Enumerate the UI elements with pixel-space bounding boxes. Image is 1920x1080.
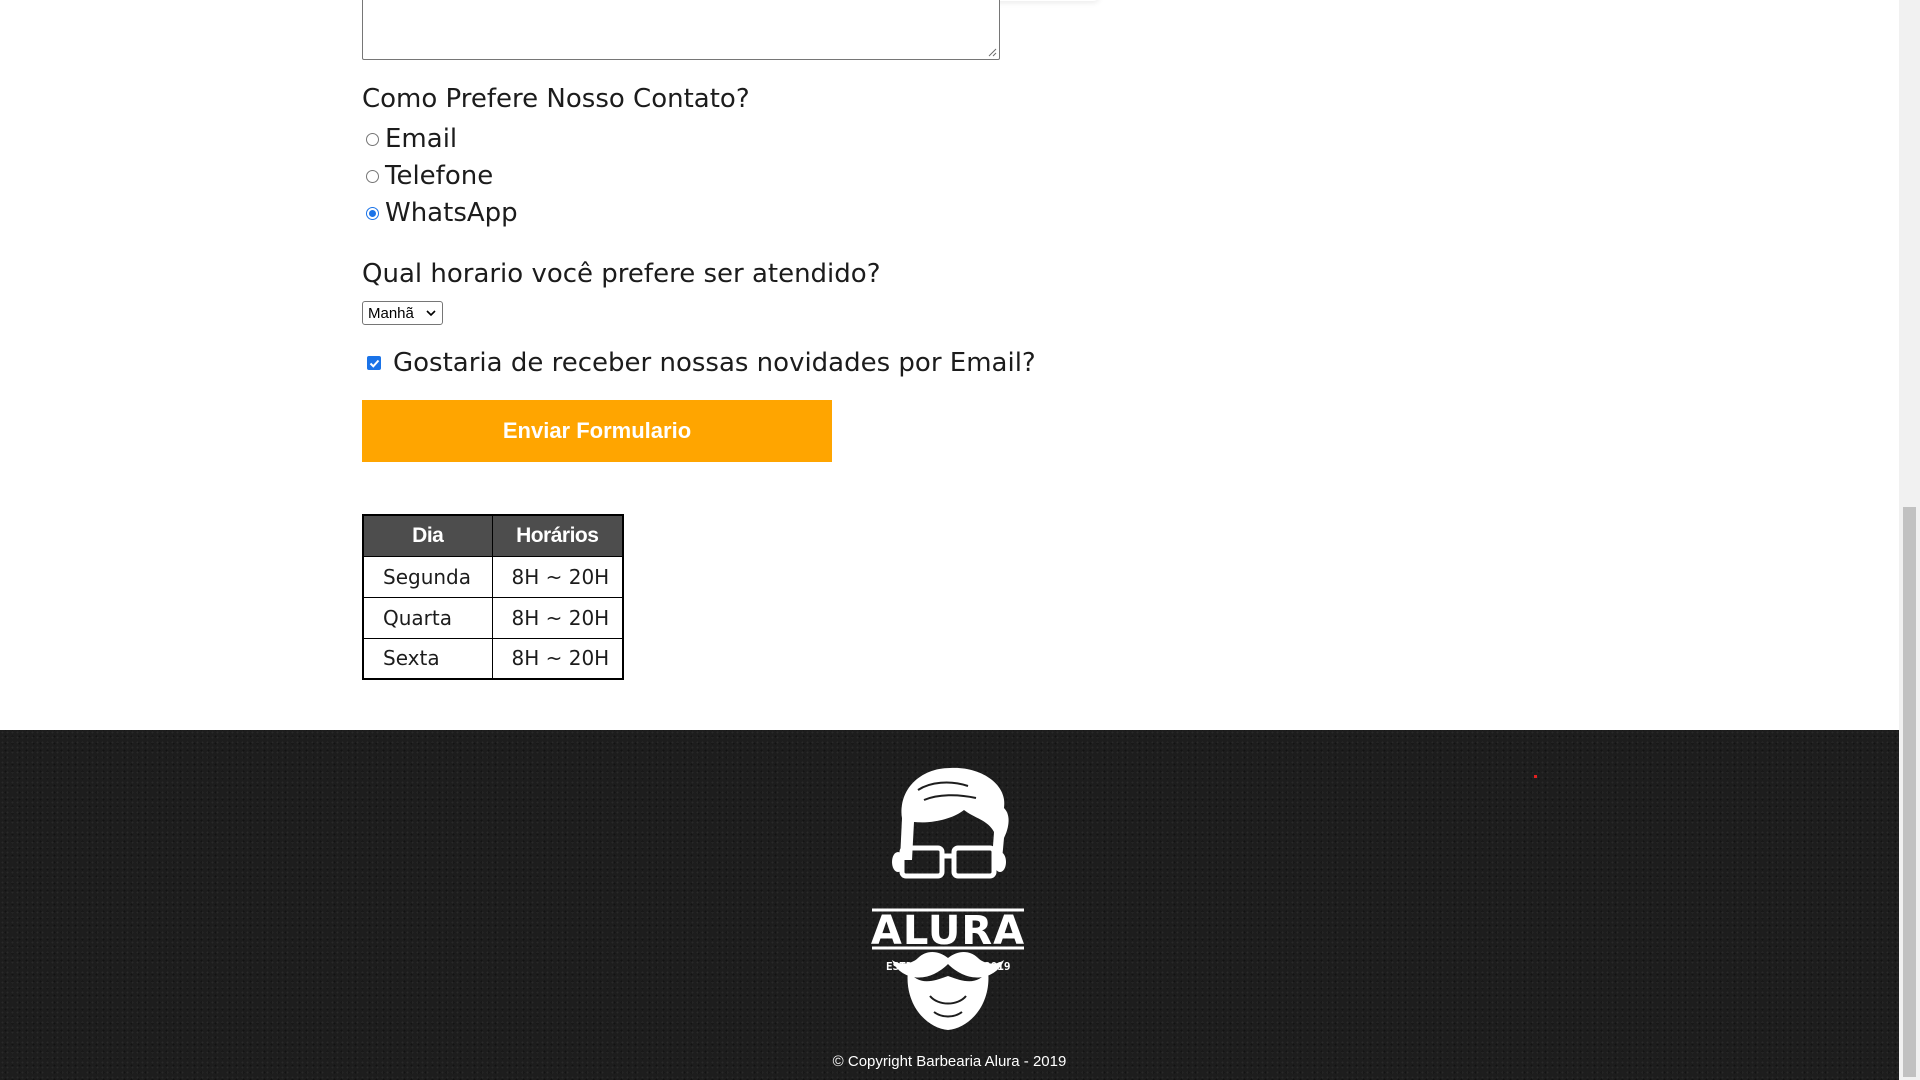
message-textarea[interactable] <box>362 0 1000 60</box>
footer: ALURA ESTD 2019 © Copyright Barbearia Al… <box>0 730 1899 1080</box>
radio-option-whatsapp[interactable]: WhatsApp <box>366 197 518 229</box>
schedule-table: Dia Horários Segunda 8H ~ 20H Quarta 8H … <box>362 514 624 680</box>
page: Como Prefere Nosso Contato? Email Telefo… <box>0 0 1899 1080</box>
radio-option-email[interactable]: Email <box>366 123 457 155</box>
radio-telefone-label: Telefone <box>385 161 494 191</box>
radio-whatsapp-label: WhatsApp <box>385 198 518 228</box>
barbearia-alura-logo: ALURA ESTD 2019 <box>871 767 1025 1030</box>
resize-grip-icon[interactable] <box>987 47 997 57</box>
table-row: Sexta 8H ~ 20H <box>362 637 624 680</box>
radio-whatsapp[interactable] <box>366 206 379 220</box>
scrollbar-thumb[interactable] <box>1903 507 1916 1077</box>
newsletter-label: Gostaria de receber nossas novidades por… <box>393 348 1036 378</box>
time-select-value: Manhã <box>368 304 414 322</box>
table-cell-day: Quarta <box>362 596 493 639</box>
logo-estd: ESTD <box>886 960 913 973</box>
table-cell-hours: 8H ~ 20H <box>491 637 624 680</box>
time-select[interactable]: Manhã <box>362 301 443 325</box>
copyright-text: © Copyright Barbearia Alura - 2019 <box>832 1053 1067 1070</box>
table-cell-day: Segunda <box>362 555 493 598</box>
contact-question-label: Como Prefere Nosso Contato? <box>362 84 750 114</box>
newsletter-option[interactable]: Gostaria de receber nossas novidades por… <box>367 346 1036 380</box>
table-cell-hours: 8H ~ 20H <box>491 555 624 598</box>
newsletter-checkbox[interactable] <box>367 356 381 370</box>
table-cell-day: Sexta <box>362 637 493 680</box>
logo-wordmark: ALURA <box>871 908 1025 954</box>
chevron-down-icon <box>426 310 436 317</box>
red-dot-marker <box>1534 775 1537 778</box>
radio-option-telefone[interactable]: Telefone <box>366 160 493 192</box>
time-question-label: Qual horario você prefere ser atendido? <box>362 259 881 289</box>
table-header-row: Dia Horários <box>362 514 624 557</box>
page-scrollbar[interactable] <box>1899 0 1920 1080</box>
radio-telefone[interactable] <box>366 169 379 183</box>
table-row: Segunda 8H ~ 20H <box>362 555 624 598</box>
table-header-day: Dia <box>362 514 493 557</box>
table-cell-hours: 8H ~ 20H <box>491 596 624 639</box>
radio-email-label: Email <box>385 124 458 154</box>
check-icon <box>369 359 379 368</box>
table-header-hours: Horários <box>491 514 624 557</box>
table-row: Quarta 8H ~ 20H <box>362 596 624 639</box>
radio-email[interactable] <box>366 132 379 146</box>
submit-button[interactable]: Enviar Formulario <box>362 400 832 462</box>
